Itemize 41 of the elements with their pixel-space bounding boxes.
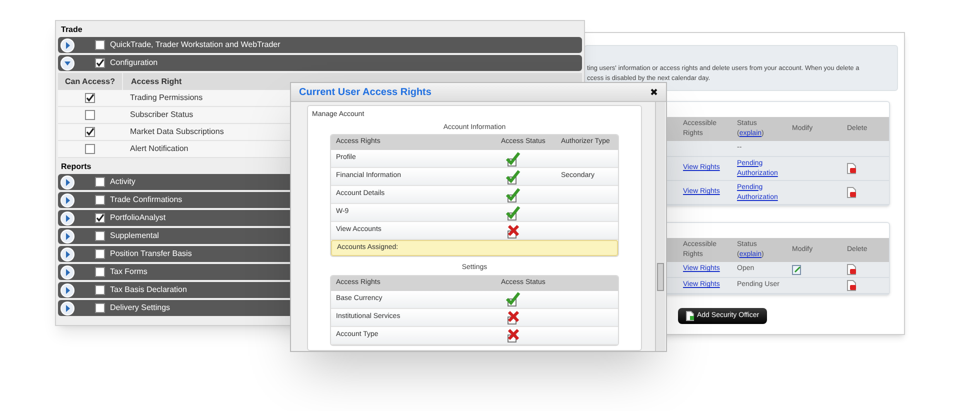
checkbox[interactable] <box>95 213 105 223</box>
category-label: QuickTrade, Trader Workstation and WebTrader <box>110 39 280 51</box>
column-header: Can Access? <box>64 76 116 88</box>
delete-icon[interactable] <box>847 280 856 291</box>
category-label: PortfolioAnalyst <box>110 212 166 224</box>
category-label: Trade Confirmations <box>110 194 182 206</box>
checkbox[interactable] <box>85 93 95 103</box>
delete-icon[interactable] <box>847 187 856 198</box>
checkbox[interactable] <box>85 144 95 154</box>
category-label: Tax Basis Declaration <box>110 284 187 296</box>
checkbox[interactable] <box>95 195 105 205</box>
checkbox[interactable] <box>95 177 105 187</box>
scrollbar[interactable] <box>655 102 665 351</box>
category-label: Configuration <box>110 57 158 69</box>
edit-icon[interactable] <box>792 264 801 274</box>
section-heading: Trade <box>60 24 84 36</box>
checkbox[interactable] <box>85 127 95 137</box>
category-bar[interactable]: QuickTrade, Trader Workstation and WebTrader <box>58 37 582 53</box>
category-label: Delivery Settings <box>110 302 170 314</box>
category-label: Supplemental <box>110 230 159 242</box>
section-heading: Reports <box>60 161 92 173</box>
checkbox[interactable] <box>95 231 105 241</box>
checkbox[interactable] <box>95 249 105 259</box>
checkbox[interactable] <box>95 303 105 313</box>
checkbox[interactable] <box>95 285 105 295</box>
access-right-label: Alert Notification <box>130 143 188 155</box>
category-label: Activity <box>110 176 136 188</box>
category-bar[interactable]: Configuration <box>58 55 582 71</box>
delete-icon[interactable] <box>847 264 856 275</box>
access-right-label: Market Data Subscriptions <box>130 126 224 138</box>
checkbox[interactable] <box>85 110 95 120</box>
checkbox[interactable] <box>95 267 105 277</box>
access-right-label: Subscriber Status <box>130 109 194 121</box>
delete-icon[interactable] <box>847 163 856 174</box>
access-right-label: Trading Permissions <box>130 92 203 104</box>
document-icon <box>686 311 694 321</box>
checkbox[interactable] <box>95 58 105 68</box>
category-label: Tax Forms <box>110 266 148 278</box>
checkbox[interactable] <box>95 40 105 50</box>
close-icon[interactable] <box>650 88 658 96</box>
category-label: Position Transfer Basis <box>110 248 192 260</box>
